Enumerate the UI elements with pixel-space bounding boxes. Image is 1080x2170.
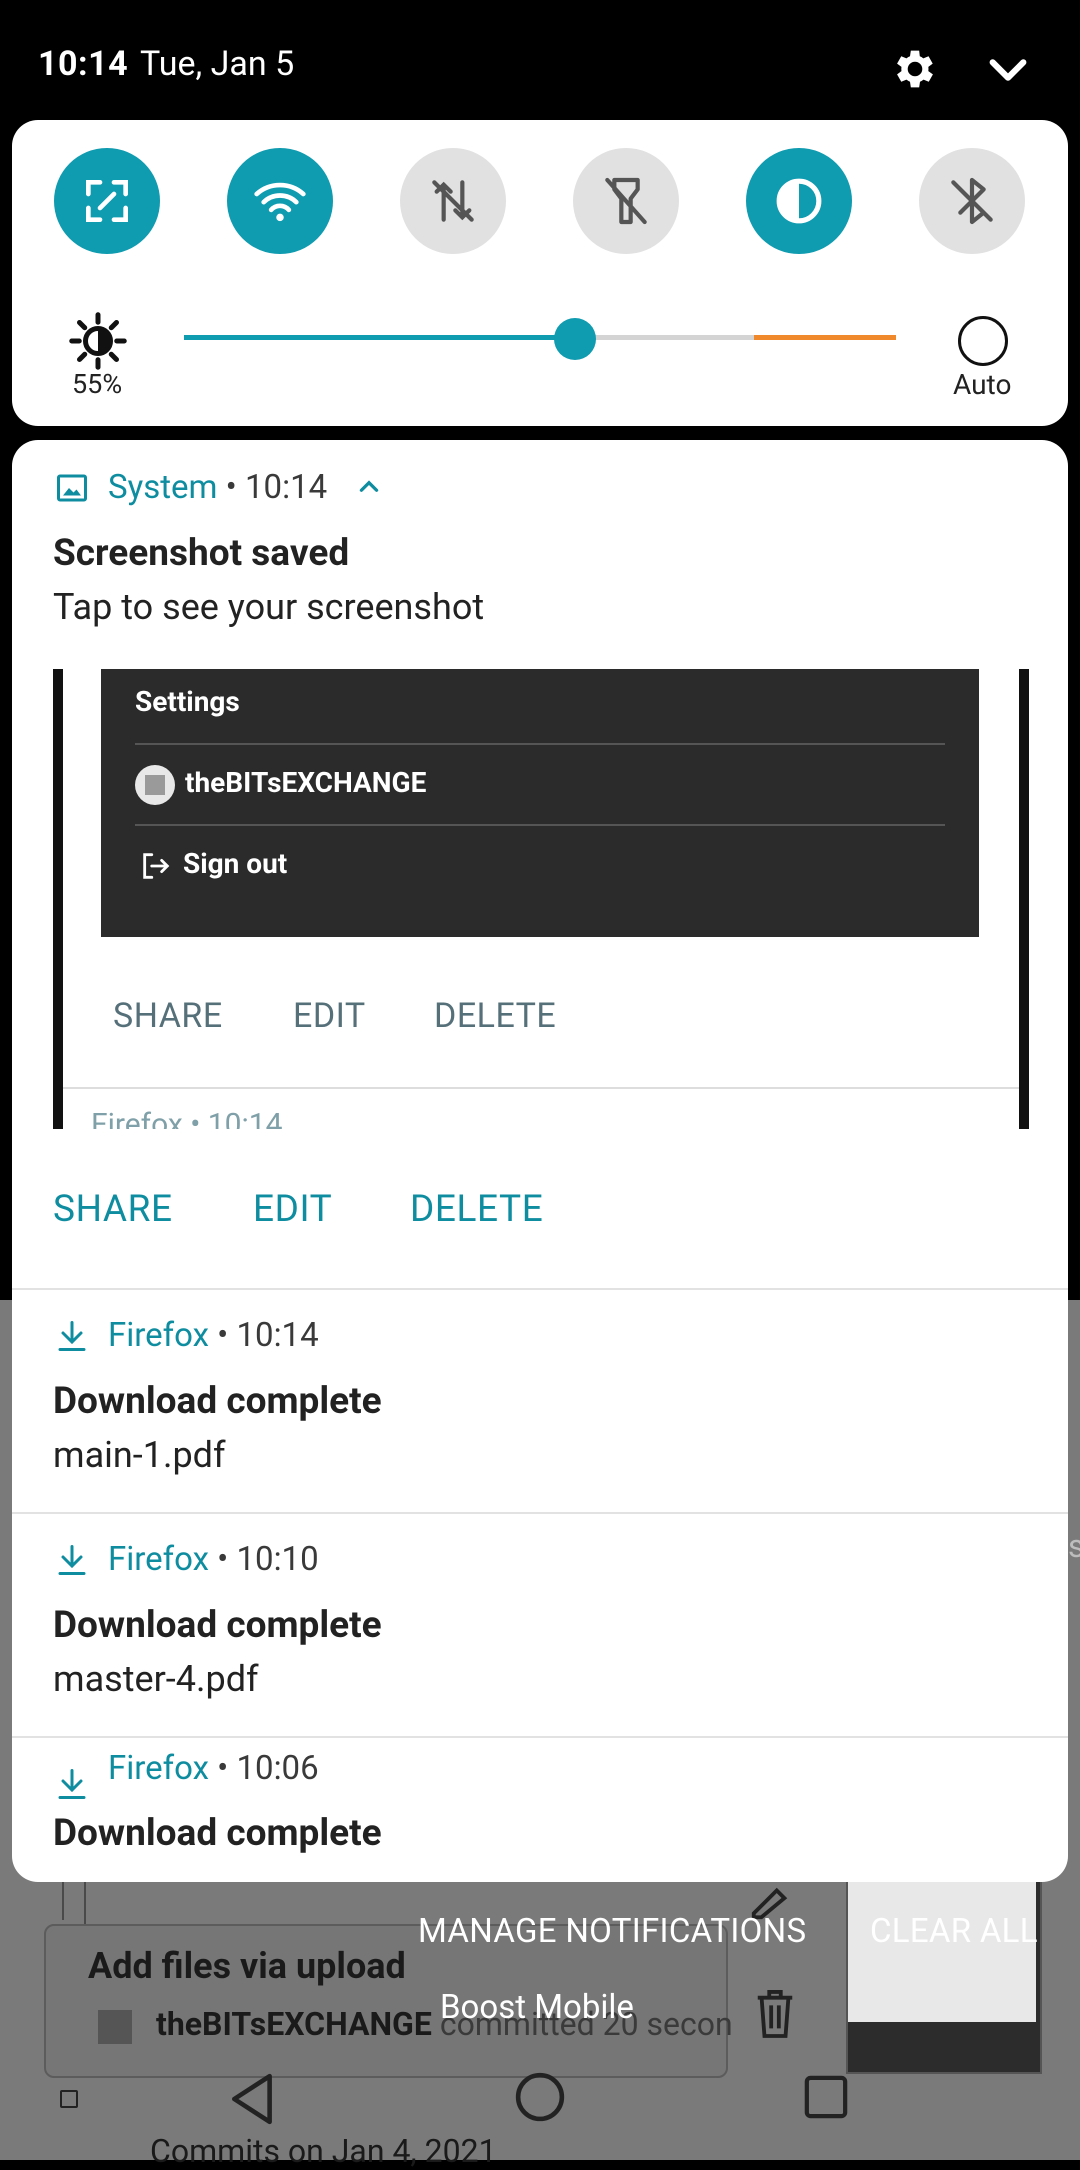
notification-filename: main-1.pdf	[53, 1434, 226, 1476]
preview-share: SHARE	[113, 996, 223, 1036]
notification-time: • 10:14	[217, 1316, 319, 1355]
background-divider	[62, 1880, 64, 1920]
background-user-avatar	[98, 2010, 132, 2044]
notification-filename: master-4.pdf	[53, 1658, 259, 1700]
preview-account-label: theBITsEXCHANGE	[185, 766, 427, 799]
home-icon[interactable]	[515, 2072, 565, 2122]
status-bar: 10:14 Tue, Jan 5	[0, 0, 1080, 125]
gear-icon[interactable]	[890, 44, 940, 94]
preview-signout-label: Sign out	[183, 847, 288, 880]
delete-button[interactable]: DELETE	[410, 1188, 543, 1231]
background-recent-thumbnail-content	[848, 1882, 1036, 2022]
download-icon	[58, 1321, 86, 1351]
brightness-slider-thumb[interactable]	[554, 318, 596, 360]
background-card-user: theBITsEXCHANGE	[156, 2005, 432, 2043]
notification-header: Firefox • 10:10	[108, 1540, 319, 1579]
status-date: Tue, Jan 5	[140, 44, 295, 84]
notification-title: Screenshot saved	[53, 532, 350, 575]
notification-header: Firefox • 10:06	[108, 1749, 319, 1788]
preview-divider	[63, 1087, 1019, 1089]
background-card-title: Add files via upload	[88, 1945, 406, 1987]
notification-title[interactable]: Download complete	[53, 1812, 382, 1855]
tile-screen-capture[interactable]	[54, 148, 160, 254]
recents-icon[interactable]	[803, 2074, 849, 2120]
notification-app-name: Firefox	[108, 1316, 209, 1355]
expand-frame-icon	[86, 180, 128, 223]
preview-avatar-image	[145, 775, 165, 795]
notification-time: • 10:10	[217, 1540, 319, 1579]
sign-out-icon	[143, 853, 170, 879]
status-time: 10:14	[38, 44, 129, 84]
preview-next-notification: Firefox • 10:14	[91, 1107, 283, 1129]
preview-edge	[1019, 669, 1029, 1129]
brightness-icon	[69, 312, 127, 370]
manage-notifications-button[interactable]: MANAGE NOTIFICATIONS	[418, 1912, 806, 1951]
tile-dark-theme[interactable]	[746, 148, 852, 254]
chevron-up-icon[interactable]	[356, 474, 382, 500]
notification-time: • 10:06	[217, 1749, 319, 1788]
tile-bluetooth[interactable]	[919, 148, 1025, 254]
tile-mobile-data[interactable]	[400, 148, 506, 254]
auto-brightness-toggle[interactable]	[958, 316, 1008, 366]
notification-app-name: Firefox	[108, 1749, 209, 1788]
notification-title[interactable]: Download complete	[53, 1380, 382, 1423]
notification-divider	[12, 1288, 1068, 1290]
notification-title[interactable]: Download complete	[53, 1604, 382, 1647]
image-icon	[57, 474, 87, 502]
carrier-label: Boost Mobile	[440, 1988, 634, 2027]
download-icon	[58, 1545, 86, 1575]
auto-brightness-label: Auto	[953, 368, 1012, 401]
preview-delete: DELETE	[434, 996, 557, 1036]
tile-flashlight[interactable]	[573, 148, 679, 254]
chevron-down-icon[interactable]	[985, 50, 1031, 90]
tile-wifi[interactable]	[227, 148, 333, 254]
notification-app-name: Firefox	[108, 1540, 209, 1579]
notification-divider	[12, 1512, 1068, 1514]
background-commits-label: Commits on Jan 4, 2021	[150, 2132, 497, 2170]
wifi-icon	[254, 182, 306, 222]
notification-app-name: System	[108, 468, 218, 507]
download-icon	[58, 1769, 86, 1799]
clear-all-button[interactable]: CLEAR ALL	[870, 1912, 1038, 1951]
preview-edit: EDIT	[293, 996, 366, 1036]
brightness-slider-fill[interactable]	[184, 335, 576, 340]
edit-button[interactable]: EDIT	[253, 1188, 332, 1231]
share-button[interactable]: SHARE	[53, 1188, 173, 1231]
notification-header: System • 10:14	[108, 468, 327, 507]
preview-edge	[53, 669, 63, 1129]
notification-time: • 10:14	[225, 468, 328, 507]
background-edge-text: s	[1068, 1527, 1080, 1565]
notification-header: Firefox • 10:14	[108, 1316, 319, 1355]
flashlight-off-icon	[605, 177, 647, 225]
invert-colors-icon	[776, 178, 822, 224]
back-icon[interactable]	[228, 2072, 278, 2126]
notification-panel: System • 10:14 Screenshot saved Tap to s…	[12, 440, 1068, 1882]
preview-settings-label: Settings	[135, 685, 240, 718]
brightness-percent: 55%	[72, 368, 123, 400]
keyboard-nav-icon[interactable]	[60, 2090, 78, 2108]
preview-divider	[135, 743, 945, 745]
notification-divider	[12, 1736, 1068, 1738]
brightness-slider-warm-range[interactable]	[754, 335, 896, 340]
quick-settings-panel	[12, 120, 1068, 426]
preview-divider	[135, 824, 945, 826]
trash-icon	[757, 1990, 793, 2038]
bluetooth-off-icon	[951, 177, 993, 225]
notification-text[interactable]: Tap to see your screenshot	[53, 586, 484, 628]
brightness-slider-track[interactable]	[576, 335, 754, 340]
screenshot-preview[interactable]: Settings theBITsEXCHANGE Sign out SHARE …	[53, 669, 1029, 1129]
data-off-icon	[432, 180, 474, 222]
background-divider	[84, 1880, 86, 1924]
